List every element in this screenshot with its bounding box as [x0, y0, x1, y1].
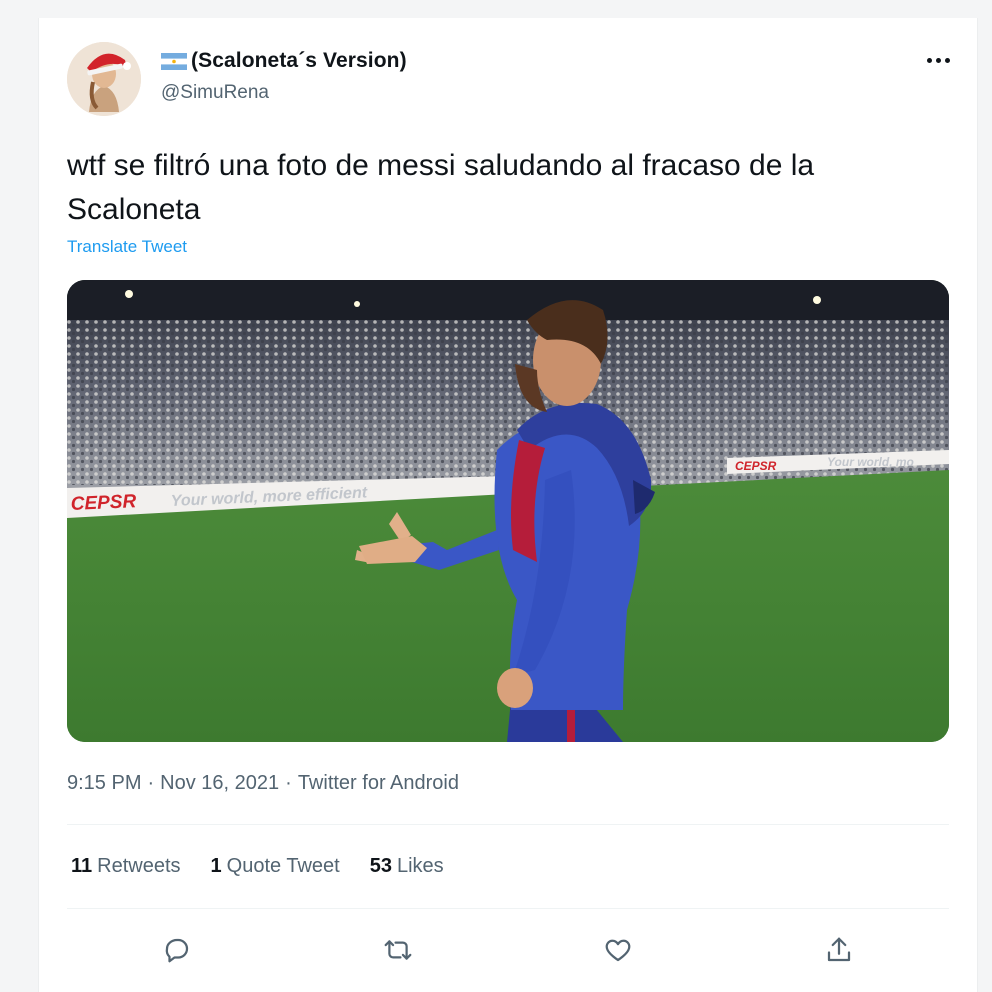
likes-count: 53 — [369, 855, 392, 877]
meta-separator: · — [285, 772, 292, 794]
display-name[interactable]: (Scaloneta´s Version) — [191, 49, 407, 73]
likes-label: Likes — [396, 855, 444, 877]
quotes-stat[interactable]: 1 Quote Tweet — [211, 855, 340, 878]
share-icon[interactable] — [816, 927, 862, 973]
tweet-meta: 9:15 PM · Nov 16, 2021 · Twitter for And… — [67, 772, 459, 795]
tweet-text: wtf se filtró una foto de messi saludand… — [67, 149, 815, 226]
tweet-source[interactable]: Twitter for Android — [298, 772, 459, 795]
more-icon[interactable] — [921, 48, 955, 72]
tweet-card: (Scaloneta´s Version) @SimuRena wtf se f… — [38, 18, 978, 992]
translate-tweet-link[interactable]: Translate Tweet — [67, 237, 187, 257]
tweet-actions — [67, 924, 949, 976]
tweet-date[interactable]: Nov 16, 2021 — [160, 772, 279, 795]
ad-board-right-slogan: Your world, mo — [827, 455, 914, 469]
user-handle[interactable]: @SimuRena — [161, 82, 269, 104]
retweet-icon[interactable] — [375, 927, 421, 973]
reply-icon[interactable] — [154, 927, 200, 973]
retweets-stat[interactable]: 11 Retweets — [71, 855, 181, 878]
divider — [67, 908, 949, 909]
tweet-time[interactable]: 9:15 PM — [67, 772, 141, 795]
quotes-count: 1 — [210, 855, 222, 877]
ad-board-right-brand: CEPSR — [735, 459, 777, 473]
argentina-flag-icon — [161, 52, 187, 70]
likes-stat[interactable]: 53 Likes — [370, 855, 444, 878]
retweets-count: 11 — [71, 855, 93, 877]
meta-separator: · — [147, 772, 155, 794]
like-icon[interactable] — [595, 927, 641, 973]
divider — [67, 824, 949, 825]
avatar[interactable] — [67, 42, 141, 116]
engagement-stats: 11 Retweets 1 Quote Tweet 53 Likes — [71, 855, 444, 878]
quotes-label: Quote Tweet — [226, 855, 340, 877]
author-row[interactable]: (Scaloneta´s Version) — [161, 49, 407, 73]
tweet-media-image[interactable]: CEPSR Your world, more efficient CEPSR Y… — [67, 280, 949, 742]
retweets-label: Retweets — [97, 855, 181, 877]
ad-board-left-brand: CEPSR — [70, 491, 137, 515]
